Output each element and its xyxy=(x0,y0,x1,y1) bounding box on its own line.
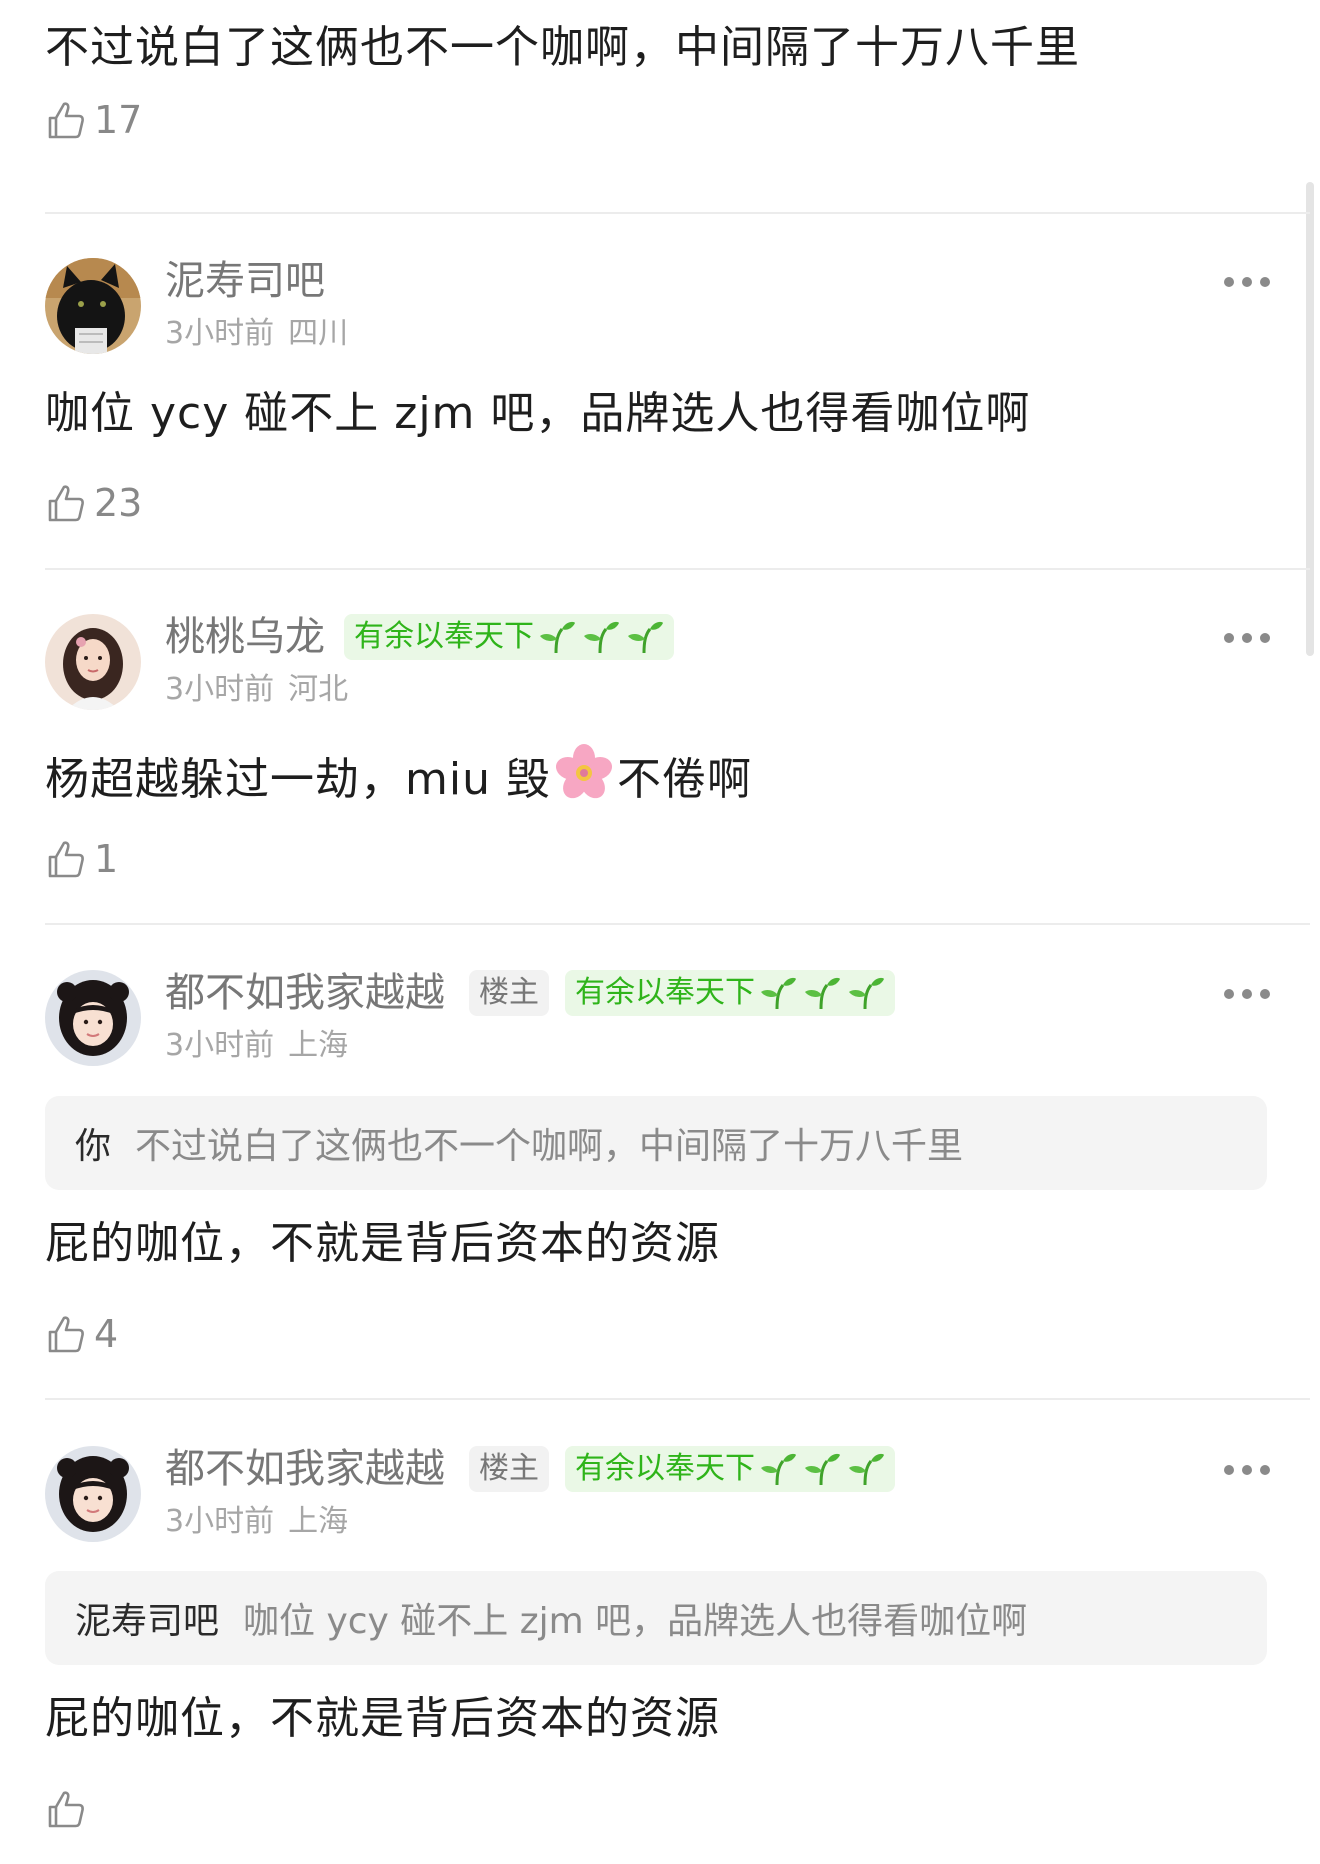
sprout-icon xyxy=(628,621,663,654)
timestamp: 3小时前 xyxy=(165,1504,275,1539)
like-button[interactable]: 4 xyxy=(46,1309,118,1359)
more-dot xyxy=(1242,1465,1252,1475)
like-button[interactable]: 23 xyxy=(46,478,142,528)
level-badge-label: 有余以奉天下 xyxy=(354,619,534,654)
sprout-icon xyxy=(584,621,619,654)
comment-text: 不过说白了这俩也不一个咖啊，中间隔了十万八千里 xyxy=(45,22,1080,73)
location: 上海 xyxy=(288,1028,349,1063)
more-dot xyxy=(1242,989,1252,999)
thumb-up-icon xyxy=(48,841,84,878)
timestamp: 3小时前 xyxy=(165,672,275,707)
level-badge: 有余以奉天下 xyxy=(344,614,674,660)
more-dot xyxy=(1260,1465,1270,1475)
comment-meta: 3小时前 上海 xyxy=(165,1026,348,1066)
like-count: 17 xyxy=(94,98,143,142)
thumb-up-icon xyxy=(48,485,84,522)
divider xyxy=(45,212,1310,214)
sprout-icon xyxy=(805,1453,840,1486)
more-dots-icon xyxy=(1224,989,1234,999)
like-count: 23 xyxy=(94,481,143,525)
sprout-icons xyxy=(759,975,885,1011)
more-options-button[interactable] xyxy=(1224,272,1270,292)
timestamp: 3小时前 xyxy=(165,1028,275,1063)
more-dot xyxy=(1260,633,1270,643)
username[interactable]: 都不如我家越越 xyxy=(165,1444,445,1494)
sprout-icon xyxy=(761,1453,796,1486)
comment-text: 屁的咖位，不就是背后资本的资源 xyxy=(45,1693,720,1744)
scrollbar[interactable] xyxy=(1306,182,1314,656)
location: 河北 xyxy=(288,672,349,707)
timestamp: 3小时前 xyxy=(165,316,275,351)
op-badge: 楼主 xyxy=(469,970,549,1016)
more-options-button[interactable] xyxy=(1224,984,1270,1004)
level-badge-label: 有余以奉天下 xyxy=(575,975,755,1010)
sprout-icon xyxy=(540,621,575,654)
comment-meta: 3小时前 上海 xyxy=(165,1502,348,1542)
girl-portrait-avatar xyxy=(45,970,141,1066)
divider xyxy=(45,923,1310,925)
like-button[interactable] xyxy=(46,1784,94,1834)
more-dots-icon xyxy=(1224,633,1234,643)
divider xyxy=(45,568,1310,570)
quoted-reply[interactable]: 你 不过说白了这俩也不一个咖啊，中间隔了十万八千里 xyxy=(45,1096,1267,1190)
level-badge: 有余以奉天下 xyxy=(565,970,895,1016)
quoted-reply[interactable]: 泥寿司吧 咖位 ycy 碰不上 zjm 吧，品牌选人也得看咖位啊 xyxy=(45,1571,1267,1665)
avatar[interactable] xyxy=(45,258,141,354)
like-button[interactable]: 1 xyxy=(46,834,118,884)
like-count: 1 xyxy=(94,837,119,881)
comment-text: 屁的咖位，不就是背后资本的资源 xyxy=(45,1218,720,1269)
quote-text: 咖位 ycy 碰不上 zjm 吧，品牌选人也得看咖位啊 xyxy=(243,1601,1028,1642)
username[interactable]: 桃桃乌龙 xyxy=(165,612,325,662)
girl-portrait-avatar xyxy=(45,1446,141,1542)
location: 四川 xyxy=(288,316,349,351)
more-dot xyxy=(1260,277,1270,287)
more-dot xyxy=(1260,989,1270,999)
girl-portrait-avatar xyxy=(45,614,141,710)
sprout-icons xyxy=(538,619,664,655)
sprout-icon xyxy=(849,1453,884,1486)
username[interactable]: 都不如我家越越 xyxy=(165,968,445,1018)
more-options-button[interactable] xyxy=(1224,628,1270,648)
sprout-icon xyxy=(849,977,884,1010)
comment-text: 咖位 ycy 碰不上 zjm 吧，品牌选人也得看咖位啊 xyxy=(45,388,1031,439)
comment-meta: 3小时前 四川 xyxy=(165,314,348,354)
comment-text: 杨超越躲过一劫，miu 毁 不倦啊 xyxy=(45,742,752,808)
sprout-icon xyxy=(805,977,840,1010)
like-button[interactable]: 17 xyxy=(46,95,142,145)
comment-meta: 3小时前 河北 xyxy=(165,670,348,710)
op-badge: 楼主 xyxy=(469,1446,549,1492)
sprout-icons xyxy=(759,1451,885,1487)
comment-text-part: 杨超越躲过一劫，miu 毁 xyxy=(45,754,551,805)
level-badge: 有余以奉天下 xyxy=(565,1446,895,1492)
thumb-up-icon xyxy=(48,102,84,139)
more-dots-icon xyxy=(1224,1465,1234,1475)
location: 上海 xyxy=(288,1504,349,1539)
avatar[interactable] xyxy=(45,1446,141,1542)
comment-feed: 不过说白了这俩也不一个咖啊，中间隔了十万八千里 17 泥寿司吧 3小时前 四川 咖… xyxy=(0,0,1320,1864)
avatar[interactable] xyxy=(45,970,141,1066)
quote-author: 你 xyxy=(75,1126,112,1167)
quote-author: 泥寿司吧 xyxy=(75,1601,220,1642)
avatar[interactable] xyxy=(45,614,141,710)
divider xyxy=(45,1398,1310,1400)
more-dot xyxy=(1242,633,1252,643)
quote-text: 不过说白了这俩也不一个咖啊，中间隔了十万八千里 xyxy=(135,1126,964,1167)
thumb-up-icon xyxy=(48,1791,84,1828)
more-dot xyxy=(1242,277,1252,287)
level-badge-label: 有余以奉天下 xyxy=(575,1451,755,1486)
sprout-icon xyxy=(761,977,796,1010)
cherry-blossom-emoji xyxy=(555,744,612,799)
username[interactable]: 泥寿司吧 xyxy=(165,256,325,306)
more-options-button[interactable] xyxy=(1224,1460,1270,1480)
like-count: 4 xyxy=(94,1312,119,1356)
thumb-up-icon xyxy=(48,1316,84,1353)
black-cat-avatar xyxy=(45,258,141,354)
comment-text-part: 不倦啊 xyxy=(616,754,752,805)
more-dots-icon xyxy=(1224,277,1234,287)
